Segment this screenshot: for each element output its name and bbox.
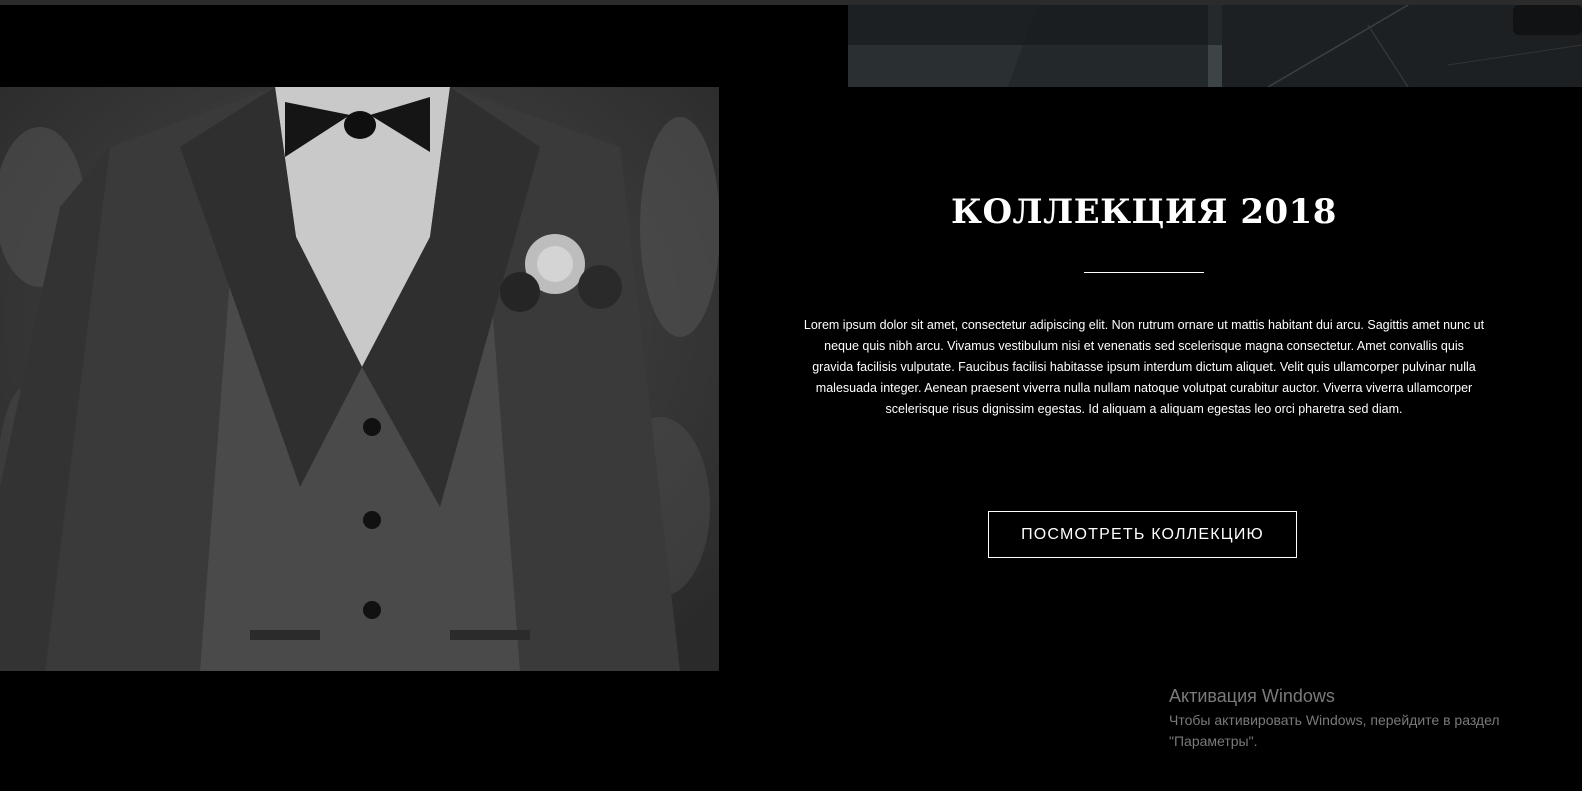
suit-photo xyxy=(0,87,719,671)
collection-description: Lorem ipsum dolor sit amet, consectetur … xyxy=(803,318,1485,416)
view-collection-button[interactable]: ПОСМОТРЕТЬ КОЛЛЕКЦИЮ xyxy=(988,511,1297,558)
windows-activation-line2: "Параметры". xyxy=(1169,733,1258,749)
collection-title: КОЛЛЕКЦИЯ 2018 xyxy=(951,192,1337,232)
windows-activation-title: Активация Windows xyxy=(1169,686,1335,706)
title-divider xyxy=(1084,272,1204,273)
windows-activation-text: Чтобы активировать Windows, перейдите в … xyxy=(1169,710,1569,752)
interior-photo-top xyxy=(848,5,1582,87)
windows-activation-watermark: Активация Windows Чтобы активировать Win… xyxy=(1169,684,1569,752)
windows-activation-line1: Чтобы активировать Windows, перейдите в … xyxy=(1169,712,1500,728)
